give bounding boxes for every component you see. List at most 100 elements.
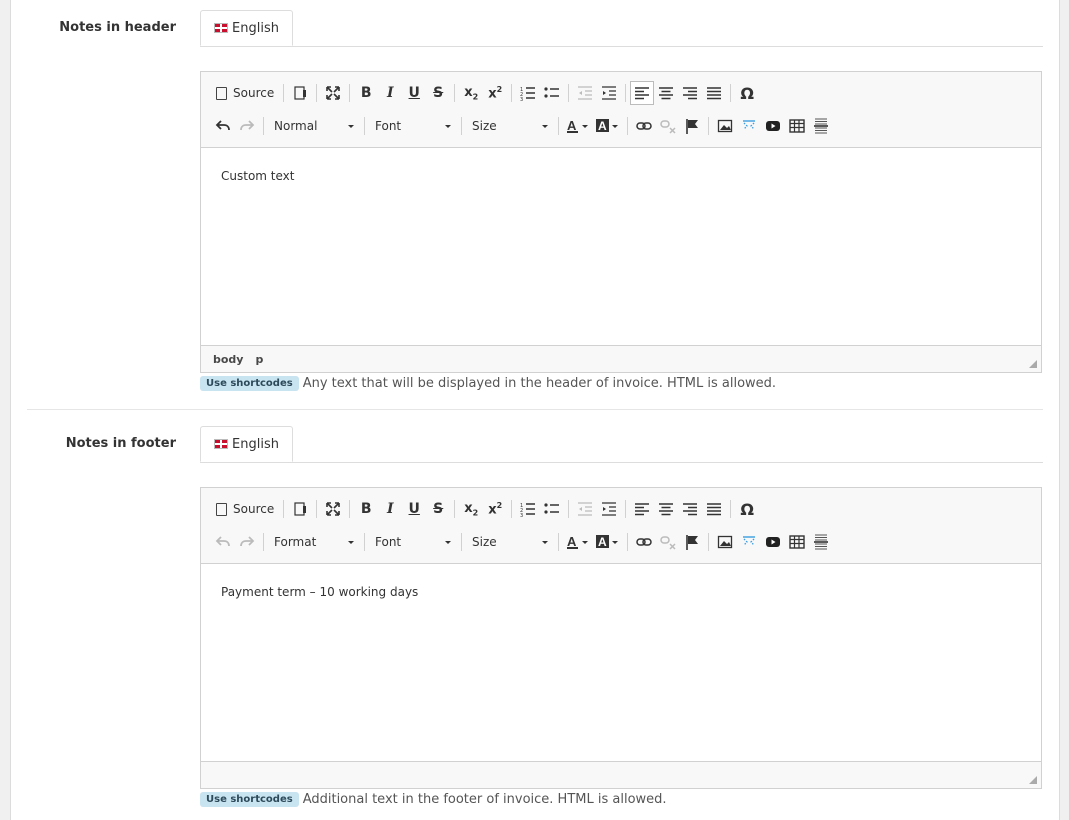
special-char-button[interactable]: Ω xyxy=(735,81,759,105)
special-char-button[interactable]: Ω xyxy=(735,497,759,521)
undo-button[interactable] xyxy=(211,530,235,554)
omega-icon: Ω xyxy=(740,83,755,103)
unlink-button[interactable] xyxy=(656,530,680,554)
preview-button[interactable] xyxy=(288,81,312,105)
superscript-icon: x2 xyxy=(488,84,503,102)
superscript-button[interactable]: x2 xyxy=(483,497,507,521)
bold-button[interactable]: B xyxy=(354,81,378,105)
subscript-button[interactable]: x2 xyxy=(459,497,483,521)
link-button[interactable] xyxy=(632,114,656,138)
anchor-button[interactable] xyxy=(680,530,704,554)
help-text: Any text that will be displayed in the h… xyxy=(302,376,777,391)
outdent-button[interactable] xyxy=(573,497,597,521)
image-button[interactable] xyxy=(713,530,737,554)
use-shortcodes-badge[interactable]: Use shortcodes xyxy=(200,376,299,391)
editor-paragraph: Custom text xyxy=(221,169,295,183)
source-button[interactable]: Source xyxy=(211,497,279,521)
subscript-icon: x2 xyxy=(464,500,479,518)
editor-toolbar: Source B I U S x2 x2 123 xyxy=(201,72,1041,148)
align-right-button[interactable] xyxy=(678,81,702,105)
horizontal-rule-icon xyxy=(814,534,828,550)
size-combo[interactable]: Size xyxy=(466,530,554,554)
numbered-list-button[interactable]: 123 xyxy=(516,81,540,105)
toolbar-separator xyxy=(283,84,285,102)
numbered-list-icon: 123 xyxy=(520,503,536,517)
align-center-button[interactable] xyxy=(654,81,678,105)
horizontal-rule-button[interactable] xyxy=(809,530,833,554)
format-combo-label: Format xyxy=(274,535,317,549)
path-p[interactable]: p xyxy=(255,353,263,366)
indent-button[interactable] xyxy=(597,497,621,521)
horizontal-rule-icon xyxy=(814,118,828,134)
footer-rich-text-editor: Source B I U S x2 x2 123 Ω Format Font S… xyxy=(200,487,1042,789)
chevron-down-icon xyxy=(348,540,354,544)
unlink-button[interactable] xyxy=(656,114,680,138)
horizontal-rule-button[interactable] xyxy=(809,114,833,138)
editor-toolbar: Source B I U S x2 x2 123 xyxy=(201,488,1041,564)
numbered-list-button[interactable]: 123 xyxy=(516,497,540,521)
undo-button[interactable] xyxy=(211,114,235,138)
italic-button[interactable]: I xyxy=(378,81,402,105)
link-button[interactable] xyxy=(632,530,656,554)
bg-color-button[interactable]: A xyxy=(593,114,623,138)
redo-button[interactable] xyxy=(235,114,259,138)
font-combo-label: Font xyxy=(375,535,402,549)
justify-button[interactable] xyxy=(702,497,726,521)
justify-button[interactable] xyxy=(702,81,726,105)
font-combo[interactable]: Font xyxy=(369,530,457,554)
preview-button[interactable] xyxy=(288,497,312,521)
italic-button[interactable]: I xyxy=(378,497,402,521)
align-right-icon xyxy=(683,87,698,100)
align-left-button[interactable] xyxy=(630,81,655,105)
editor-content-area[interactable]: Custom text xyxy=(201,147,1041,347)
size-combo-label: Size xyxy=(472,119,497,133)
table-button[interactable] xyxy=(785,530,809,554)
bg-color-button[interactable]: A xyxy=(593,530,623,554)
image-button[interactable] xyxy=(713,114,737,138)
outdent-icon xyxy=(578,86,593,100)
iframe-button[interactable] xyxy=(737,530,761,554)
tab-english[interactable]: English xyxy=(200,10,293,46)
redo-button[interactable] xyxy=(235,530,259,554)
toolbar-separator xyxy=(349,500,351,518)
subscript-button[interactable]: x2 xyxy=(459,81,483,105)
text-color-button[interactable]: A xyxy=(563,114,593,138)
strike-button[interactable]: S xyxy=(426,497,450,521)
tab-english-label: English xyxy=(232,20,279,36)
editor-content-area[interactable]: Payment term – 10 working days xyxy=(201,563,1041,763)
source-icon xyxy=(216,502,227,516)
svg-text:3: 3 xyxy=(520,513,523,517)
bulleted-list-button[interactable] xyxy=(540,81,564,105)
format-combo[interactable]: Normal xyxy=(268,114,360,138)
anchor-button[interactable] xyxy=(680,114,704,138)
underline-button[interactable]: U xyxy=(402,81,426,105)
bulleted-list-button[interactable] xyxy=(540,497,564,521)
iframe-button[interactable] xyxy=(737,114,761,138)
table-button[interactable] xyxy=(785,114,809,138)
bold-button[interactable]: B xyxy=(354,497,378,521)
use-shortcodes-badge[interactable]: Use shortcodes xyxy=(200,792,299,807)
path-body[interactable]: body xyxy=(213,353,243,366)
indent-button[interactable] xyxy=(597,81,621,105)
align-right-button[interactable] xyxy=(678,497,702,521)
help-text: Additional text in the footer of invoice… xyxy=(302,792,667,807)
text-color-button[interactable]: A xyxy=(563,530,593,554)
font-combo[interactable]: Font xyxy=(369,114,457,138)
format-combo[interactable]: Format xyxy=(268,530,360,554)
resize-handle-icon[interactable] xyxy=(1029,360,1037,368)
maximize-button[interactable] xyxy=(321,81,345,105)
outdent-button[interactable] xyxy=(573,81,597,105)
underline-button[interactable]: U xyxy=(402,497,426,521)
maximize-button[interactable] xyxy=(321,497,345,521)
youtube-button[interactable] xyxy=(761,530,785,554)
size-combo[interactable]: Size xyxy=(466,114,554,138)
tab-english[interactable]: English xyxy=(200,426,293,462)
source-button[interactable]: Source xyxy=(211,81,279,105)
align-center-button[interactable] xyxy=(654,497,678,521)
align-left-button[interactable] xyxy=(630,497,654,521)
strike-button[interactable]: S xyxy=(426,81,450,105)
youtube-button[interactable] xyxy=(761,114,785,138)
superscript-button[interactable]: x2 xyxy=(483,81,507,105)
bulleted-list-icon xyxy=(544,503,560,514)
resize-handle-icon[interactable] xyxy=(1029,776,1037,784)
